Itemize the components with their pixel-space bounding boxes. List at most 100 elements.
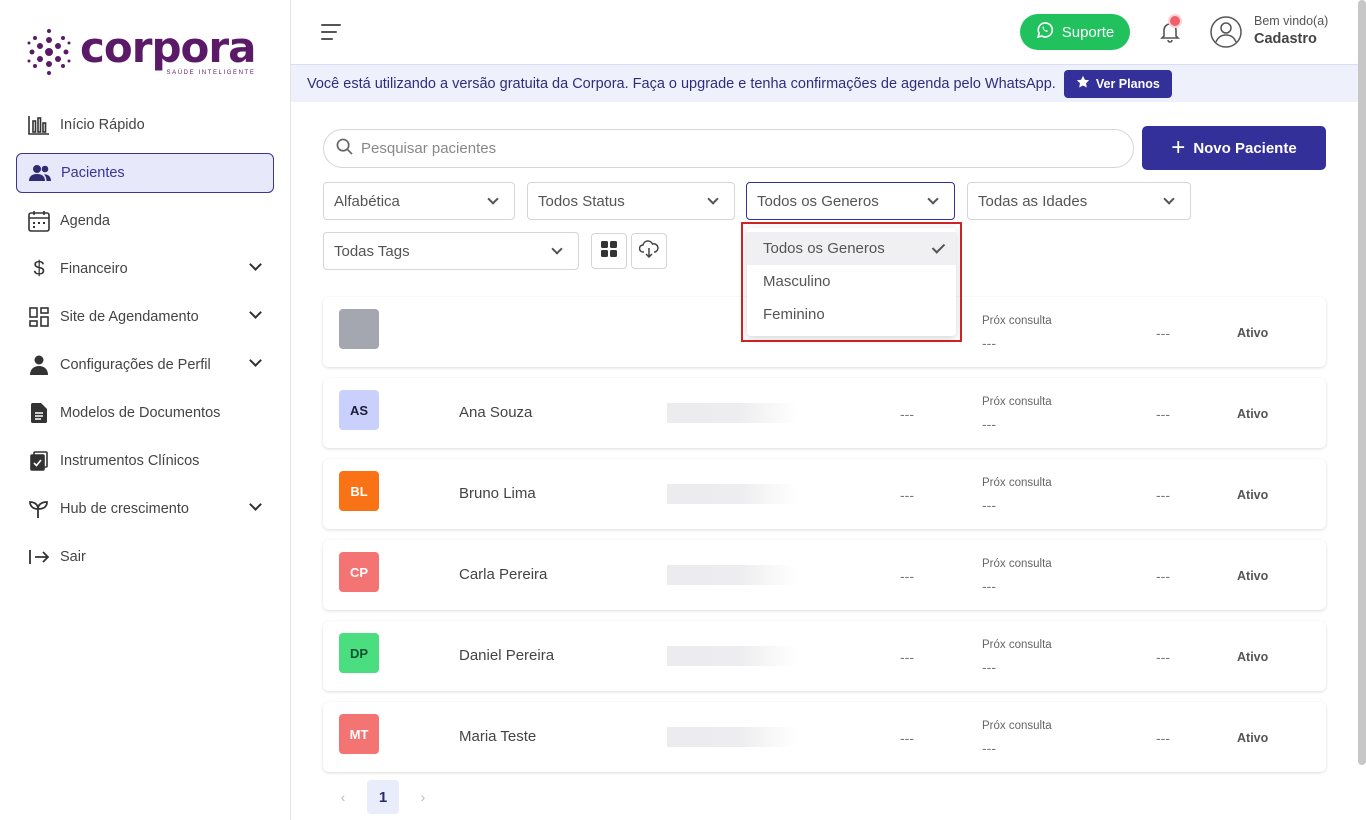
gender-option-feminino[interactable]: Feminino (747, 298, 956, 331)
tags-select[interactable]: Todas Tags (323, 232, 579, 270)
patient-name[interactable]: Ana Souza (459, 404, 532, 421)
new-patient-label: Novo Paciente (1193, 139, 1297, 157)
page-number-button[interactable]: 1 (367, 780, 399, 814)
blurred-contact (667, 646, 797, 666)
logout-icon (26, 544, 52, 570)
next-appointment-label: Próx consulta (982, 558, 1052, 570)
user-avatar-icon[interactable] (1210, 16, 1242, 48)
download-button[interactable] (631, 233, 667, 269)
next-appointment-label: Próx consulta (982, 720, 1052, 732)
menu-toggle-icon[interactable] (321, 24, 341, 45)
sidebar-item-label: Sair (60, 549, 86, 565)
status-select[interactable]: Todos Status (527, 182, 735, 220)
status-badge: Ativo (1237, 650, 1269, 664)
see-plans-button[interactable]: Ver Planos (1063, 69, 1172, 98)
sidebar: corpora SAÚDE INTELIGENTE Início Rápido … (0, 0, 291, 820)
next-appointment-value: --- (982, 497, 996, 513)
sidebar-item-instrumentos-clinicos[interactable]: Instrumentos Clínicos (16, 441, 274, 481)
patient-name[interactable]: Maria Teste (459, 728, 536, 745)
sidebar-item-configuracoes-perfil[interactable]: Configurações de Perfil (16, 345, 274, 385)
whatsapp-icon (1036, 21, 1054, 43)
sidebar-item-agenda[interactable]: Agenda (16, 201, 274, 241)
table-row[interactable]: BL Bruno Lima --- Próx consulta --- --- Ativo (323, 459, 1326, 529)
sidebar-item-modelos-documentos[interactable]: Modelos de Documentos (16, 393, 274, 433)
prev-page-button[interactable]: ‹ (333, 789, 353, 805)
grid-icon (601, 240, 617, 262)
table-row[interactable]: AS Ana Souza --- Próx consulta --- --- Ativo (323, 378, 1326, 448)
status-badge: Ativo (1237, 569, 1269, 583)
sort-select-value: Alfabética (334, 192, 400, 210)
table-row[interactable]: MT Maria Teste --- Próx consulta --- --- Ativo (323, 702, 1326, 772)
next-appointment-value: --- (982, 416, 996, 432)
next-appointment-value: --- (982, 335, 996, 351)
blurred-contact (667, 484, 797, 504)
layout-grid-icon (26, 304, 52, 330)
grid-view-button[interactable] (591, 233, 627, 269)
next-appointment-value: --- (982, 659, 996, 675)
blurred-contact (667, 727, 797, 747)
plus-icon: + (1171, 134, 1186, 161)
scrollbar[interactable] (1358, 0, 1366, 765)
sidebar-item-inicio-rapido[interactable]: Início Rápido (16, 105, 274, 145)
see-plans-label: Ver Planos (1095, 76, 1160, 91)
person-icon (26, 352, 52, 378)
next-appointment-label: Próx consulta (982, 477, 1052, 489)
sidebar-item-financeiro[interactable]: $ Financeiro (16, 249, 274, 289)
gender-select[interactable]: Todos os Generos (746, 182, 955, 220)
app-logo[interactable]: corpora SAÚDE INTELIGENTE (26, 27, 256, 76)
new-patient-button[interactable]: + Novo Paciente (1142, 126, 1326, 170)
search-input[interactable] (361, 140, 1061, 157)
sidebar-item-site-agendamento[interactable]: Site de Agendamento (16, 297, 274, 337)
patient-field-empty: --- (900, 487, 914, 503)
age-select[interactable]: Todas as Idades (967, 182, 1191, 220)
patient-name[interactable]: Carla Pereira (459, 566, 547, 583)
cloud-download-icon (638, 239, 659, 263)
chevron-down-icon (249, 306, 262, 319)
patient-field-empty: --- (1156, 649, 1170, 665)
gender-option-todos[interactable]: Todos os Generos (747, 232, 956, 265)
notifications-bell-icon[interactable] (1157, 16, 1183, 44)
sort-select[interactable]: Alfabética (323, 182, 515, 220)
next-page-button[interactable]: › (413, 789, 433, 805)
tags-select-value: Todas Tags (334, 242, 410, 260)
patient-name[interactable]: Bruno Lima (459, 485, 536, 502)
patient-search[interactable] (323, 129, 1134, 168)
option-label: Todos os Generos (763, 240, 885, 257)
chevron-down-icon (249, 354, 262, 367)
sidebar-nav: Início Rápido Pacientes Agenda $ Finance… (16, 105, 274, 585)
bar-chart-icon (26, 112, 52, 138)
patient-avatar (339, 309, 379, 349)
support-button[interactable]: Suporte (1020, 14, 1130, 50)
document-icon (26, 400, 52, 426)
gender-select-value: Todos os Generos (757, 192, 879, 210)
patient-field-empty: --- (900, 406, 914, 422)
table-row[interactable]: CP Carla Pereira --- Próx consulta --- --- Ati… (323, 540, 1326, 610)
table-row[interactable]: DP Daniel Pereira --- Próx consulta --- --- At… (323, 621, 1326, 691)
sidebar-item-label: Início Rápido (60, 117, 145, 133)
status-badge: Ativo (1237, 488, 1269, 502)
patient-avatar: MT (339, 714, 379, 754)
status-badge: Ativo (1237, 407, 1269, 421)
gender-dropdown-menu: Todos os Generos Masculino Feminino (747, 228, 956, 336)
patient-name[interactable]: Daniel Pereira (459, 647, 554, 664)
chevron-down-icon (249, 498, 262, 511)
sidebar-item-hub-crescimento[interactable]: Hub de crescimento (16, 489, 274, 529)
users-icon (27, 160, 53, 186)
next-appointment-label: Próx consulta (982, 315, 1052, 327)
sprout-icon (26, 496, 52, 522)
user-welcome[interactable]: Bem vindo(a) Cadastro (1254, 14, 1328, 47)
status-badge: Ativo (1237, 326, 1269, 340)
sidebar-item-label: Instrumentos Clínicos (60, 453, 200, 469)
chevron-down-icon (551, 243, 563, 255)
patient-field-empty: --- (1156, 325, 1170, 341)
patient-avatar: BL (339, 471, 379, 511)
logo-mark-icon (26, 28, 72, 76)
sidebar-item-pacientes[interactable]: Pacientes (16, 153, 274, 193)
chevron-down-icon (249, 258, 262, 271)
welcome-user-name: Cadastro (1254, 31, 1317, 47)
gender-option-masculino[interactable]: Masculino (747, 265, 956, 298)
sidebar-item-sair[interactable]: Sair (16, 537, 274, 577)
top-header: Suporte Bem vindo(a) Cadastro (291, 0, 1366, 64)
check-icon (931, 240, 946, 254)
dollar-icon: $ (33, 257, 45, 280)
